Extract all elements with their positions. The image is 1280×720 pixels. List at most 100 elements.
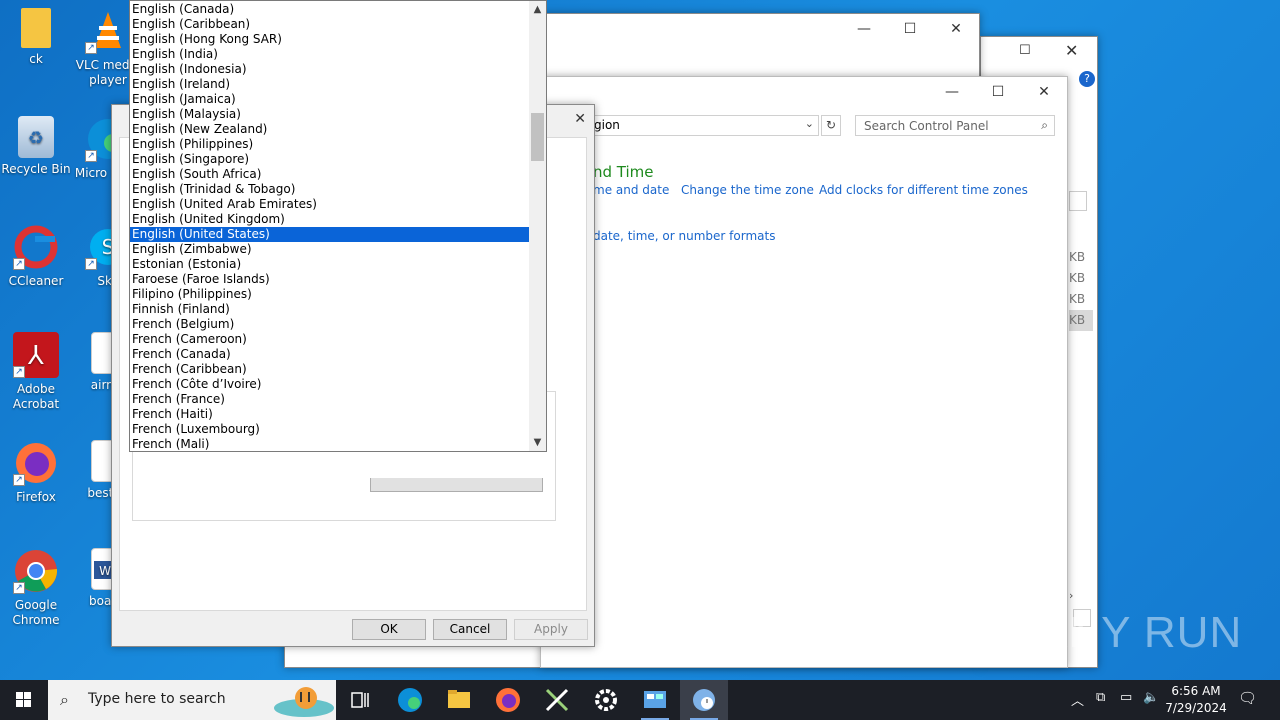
search-icon[interactable] <box>1069 191 1087 211</box>
language-option[interactable]: Estonian (Estonia) <box>130 257 530 272</box>
language-dropdown-list[interactable]: English (Canada) English (Caribbean) Engli… <box>129 0 547 452</box>
control-panel-icon <box>644 691 666 708</box>
control-panel-window: — ☐ ✕ gion ⌄ ↻ Search Control Panel ⌕ nd… <box>540 76 1068 668</box>
language-option[interactable]: French (Haiti) <box>130 407 530 422</box>
notifications-icon[interactable]: 🗨 <box>1238 689 1257 707</box>
taskbar-edge[interactable] <box>386 680 434 720</box>
scrollbar-thumb[interactable] <box>531 113 544 161</box>
refresh-icon[interactable]: ↻ <box>821 115 841 136</box>
set-time-link[interactable]: me and date <box>593 183 669 197</box>
firefox-icon <box>496 688 520 712</box>
language-option[interactable]: French (Belgium) <box>130 317 530 332</box>
taskbar: ⌕ Type here to search ︿ ⧉ ▭ 🔈 6:56 AM 7/… <box>0 680 1280 720</box>
desktop-icon-label: Firefox <box>16 490 56 504</box>
desktop-icon-ccleaner[interactable]: ↗ CCleaner <box>0 224 72 289</box>
scroll-down-icon[interactable]: ▼ <box>529 434 546 451</box>
language-option[interactable]: French (Canada) <box>130 347 530 362</box>
language-option[interactable]: English (Philippines) <box>130 137 530 152</box>
taskbar-file-explorer[interactable] <box>435 680 483 720</box>
start-button[interactable] <box>0 680 48 720</box>
minimize-icon[interactable]: — <box>929 77 975 107</box>
scroll-right-icon[interactable]: › <box>1069 589 1087 603</box>
taskbar-firefox[interactable] <box>484 680 532 720</box>
folder-icon <box>448 690 470 708</box>
desktop-icon-label: ck <box>29 52 43 66</box>
language-option[interactable]: French (Luxembourg) <box>130 422 530 437</box>
language-option[interactable]: English (Malaysia) <box>130 107 530 122</box>
language-option[interactable]: English (India) <box>130 47 530 62</box>
language-option[interactable]: English (Zimbabwe) <box>130 242 530 257</box>
language-option[interactable]: English (Ireland) <box>130 77 530 92</box>
file-size: KB <box>1069 271 1086 285</box>
task-view-button[interactable] <box>336 680 384 720</box>
desktop-icon-recycle-bin[interactable]: ♻ Recycle Bin <box>0 116 72 177</box>
close-icon[interactable]: ✕ <box>574 111 586 127</box>
desktop-icon-firefox[interactable]: ↗ Firefox <box>0 440 72 505</box>
clock-date[interactable]: 7/29/2024 <box>1164 701 1228 715</box>
vertical-scrollbar[interactable]: ▲ ▼ <box>529 1 546 451</box>
search-control-panel-input[interactable]: Search Control Panel ⌕ <box>855 115 1055 136</box>
taskbar-snipping-tool[interactable] <box>533 680 581 720</box>
language-option[interactable]: Finnish (Finland) <box>130 302 530 317</box>
language-option[interactable]: English (Trinidad & Tobago) <box>130 182 530 197</box>
change-time-zone-link[interactable]: Change the time zone <box>681 183 814 197</box>
close-icon[interactable]: ✕ <box>933 14 979 44</box>
search-highlight-image <box>260 682 336 718</box>
maximize-icon[interactable]: ☐ <box>1019 43 1031 58</box>
language-option[interactable]: English (Indonesia) <box>130 62 530 77</box>
shortcut-arrow-icon: ↗ <box>13 582 25 594</box>
volume-icon[interactable]: 🔈 <box>1143 690 1159 705</box>
language-option[interactable]: English (Caribbean) <box>130 17 530 32</box>
language-option[interactable]: English (United Arab Emirates) <box>130 197 530 212</box>
help-icon[interactable]: ? <box>1079 71 1095 87</box>
language-option[interactable]: English (New Zealand) <box>130 122 530 137</box>
show-hidden-icons-icon[interactable]: ︿ <box>1071 690 1084 709</box>
language-option[interactable]: English (Hong Kong SAR) <box>130 32 530 47</box>
language-option[interactable]: French (France) <box>130 392 530 407</box>
svg-text:⅄: ⅄ <box>27 341 44 371</box>
window-controls: — ☐ ✕ <box>841 14 979 44</box>
taskbar-settings[interactable] <box>582 680 630 720</box>
device-icon[interactable]: ⧉ <box>1096 690 1105 705</box>
language-option[interactable]: English (Singapore) <box>130 152 530 167</box>
minimize-icon[interactable]: — <box>841 14 887 44</box>
shortcut-arrow-icon: ↗ <box>85 258 97 270</box>
language-option[interactable]: Faroese (Faroe Islands) <box>130 272 530 287</box>
ok-button[interactable]: OK <box>352 619 426 640</box>
shortcut-arrow-icon: ↗ <box>85 150 97 162</box>
language-option[interactable]: English (Canada) <box>130 2 530 17</box>
chevron-down-icon[interactable]: ⌄ <box>805 117 814 130</box>
add-clocks-link[interactable]: Add clocks for different time zones <box>819 183 1028 197</box>
dialog-inner-button[interactable] <box>370 478 543 492</box>
maximize-icon[interactable]: ☐ <box>975 77 1021 107</box>
ccleaner-icon: ↗ <box>13 224 59 270</box>
language-option[interactable]: French (Cameroon) <box>130 332 530 347</box>
language-option[interactable]: English (United Kingdom) <box>130 212 530 227</box>
language-option[interactable]: French (Côte d’Ivoire) <box>130 377 530 392</box>
clock-time[interactable]: 6:56 AM <box>1164 684 1228 698</box>
scissors-icon <box>545 688 569 712</box>
desktop-icon-adobe-acrobat[interactable]: ⅄ ↗ Adobe Acrobat <box>0 332 72 412</box>
cancel-button[interactable]: Cancel <box>433 619 507 640</box>
close-icon[interactable]: ✕ <box>1065 41 1078 60</box>
language-option[interactable]: Filipino (Philippines) <box>130 287 530 302</box>
maximize-icon[interactable]: ☐ <box>887 14 933 44</box>
taskbar-search-placeholder: Type here to search <box>88 691 226 707</box>
language-option[interactable]: English (Jamaica) <box>130 92 530 107</box>
svg-text:W: W <box>99 564 111 578</box>
network-icon[interactable]: ▭ <box>1120 690 1132 705</box>
scroll-up-icon[interactable]: ▲ <box>529 1 546 18</box>
desktop-icon-folder[interactable]: ck <box>0 8 72 67</box>
language-option[interactable]: French (Caribbean) <box>130 362 530 377</box>
taskbar-region[interactable] <box>680 680 728 720</box>
close-icon[interactable]: ✕ <box>1021 77 1067 107</box>
taskbar-search-box[interactable]: ⌕ Type here to search <box>48 680 336 720</box>
shortcut-arrow-icon: ↗ <box>13 258 25 270</box>
apply-button[interactable]: Apply <box>514 619 588 640</box>
language-option[interactable]: English (South Africa) <box>130 167 530 182</box>
taskbar-control-panel[interactable] <box>631 680 679 720</box>
language-option[interactable]: French (Mali) <box>130 437 530 451</box>
change-formats-link[interactable]: date, time, or number formats <box>593 229 775 243</box>
desktop-icon-google-chrome[interactable]: ↗ Google Chrome <box>0 548 72 628</box>
language-option[interactable]: English (United States) <box>130 227 530 242</box>
